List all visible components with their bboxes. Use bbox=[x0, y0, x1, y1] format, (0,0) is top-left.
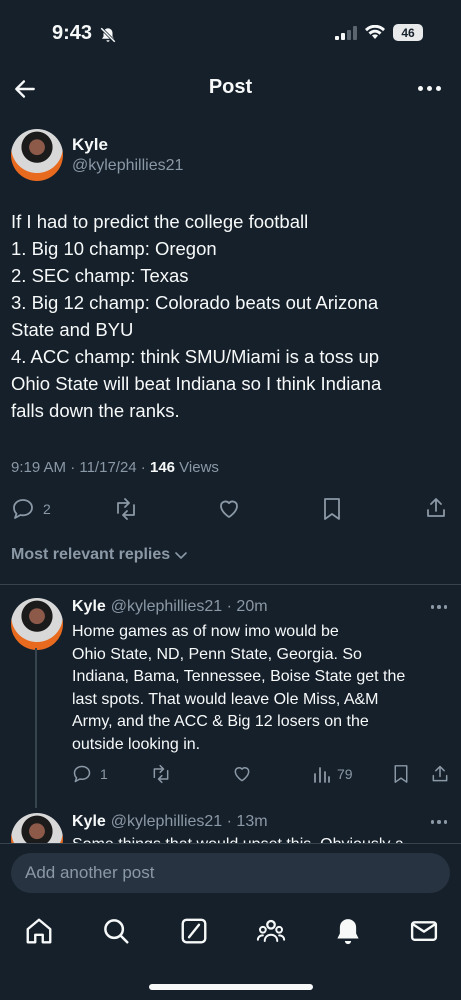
avatar[interactable] bbox=[11, 129, 63, 181]
reply-reply-count: 1 bbox=[100, 766, 108, 782]
more-options-button[interactable] bbox=[418, 86, 441, 91]
post-line: If I had to predict the college football bbox=[11, 211, 309, 232]
reply-bookmark-button[interactable] bbox=[392, 764, 410, 784]
reply-handle-time[interactable]: @kylephillies21 · 20m bbox=[111, 598, 268, 616]
tab-search[interactable] bbox=[101, 916, 131, 946]
share-button[interactable] bbox=[424, 496, 448, 520]
reply-line: Home games as of now imo would be bbox=[72, 623, 339, 640]
silent-bell-icon bbox=[99, 26, 117, 44]
status-time: 9:43 bbox=[52, 22, 93, 44]
reply-button[interactable]: 2 bbox=[11, 497, 51, 521]
reply-count: 2 bbox=[43, 501, 51, 517]
reply-author-name[interactable]: Kyle bbox=[72, 813, 106, 831]
views-label: Views bbox=[175, 459, 219, 476]
post-line: Ohio State will beat Indiana so I think … bbox=[11, 373, 382, 394]
search-icon bbox=[104, 919, 129, 944]
like-button[interactable] bbox=[217, 497, 241, 521]
post-line: 1. Big 10 champ: Oregon bbox=[11, 238, 217, 259]
chevron-down-icon bbox=[175, 552, 187, 560]
post-line: 3. Big 12 champ: Colorado beats out Ariz… bbox=[11, 292, 379, 313]
reply-line: outside looking in. bbox=[72, 735, 201, 753]
tab-grok[interactable] bbox=[179, 916, 209, 946]
bookmark-icon bbox=[324, 498, 340, 520]
home-icon bbox=[26, 918, 52, 944]
battery-indicator: 46 bbox=[393, 24, 423, 41]
communities-icon bbox=[256, 919, 286, 942]
heart-icon bbox=[234, 767, 250, 782]
divider bbox=[0, 584, 461, 585]
reply-more-button[interactable] bbox=[430, 820, 447, 824]
grok-icon bbox=[181, 918, 207, 944]
heart-icon bbox=[220, 500, 238, 518]
tab-notifications[interactable] bbox=[333, 916, 363, 946]
share-icon bbox=[432, 765, 448, 782]
repost-icon bbox=[117, 498, 135, 520]
home-indicator bbox=[149, 984, 313, 990]
post-line: falls down the ranks. bbox=[11, 400, 180, 421]
post-meta: 9:19 AM · 11/17/24 · 146 Views bbox=[11, 459, 219, 476]
reply-icon bbox=[73, 765, 91, 783]
replies-sort-label: Most relevant replies bbox=[11, 546, 171, 563]
reply-author-name[interactable]: Kyle bbox=[72, 598, 106, 616]
reply-views-count: 79 bbox=[337, 766, 353, 782]
more-dot-icon bbox=[418, 86, 423, 91]
signal-icon bbox=[335, 25, 357, 40]
views-chart-icon bbox=[314, 767, 330, 783]
post-text: If I had to predict the college football… bbox=[11, 208, 431, 424]
reply-views-button[interactable]: 79 bbox=[313, 764, 353, 784]
repost-icon bbox=[153, 764, 169, 784]
views-count: 146 bbox=[149, 459, 176, 476]
reply-header: Kyle @kylephillies21 · 20m bbox=[72, 598, 268, 616]
reply-text: Home games as of now imo would be Ohio S… bbox=[72, 621, 450, 756]
status-indicators: 46 bbox=[335, 24, 423, 41]
reply-line: last spots. That would leave Ole Miss, A… bbox=[72, 690, 379, 708]
add-post-input[interactable]: Add another post bbox=[11, 853, 450, 893]
wifi-icon bbox=[365, 25, 385, 40]
bookmark-button[interactable] bbox=[321, 497, 343, 521]
reply-handle-time[interactable]: @kylephillies21 · 13m bbox=[111, 813, 268, 831]
reply-header: Kyle @kylephillies21 · 13m bbox=[72, 813, 268, 831]
reply-like-button[interactable] bbox=[232, 764, 252, 784]
bookmark-icon bbox=[394, 765, 408, 783]
reply-line: Indiana, Bama, Tennessee, Boise State ge… bbox=[72, 668, 406, 685]
tab-home[interactable] bbox=[24, 916, 54, 946]
reply-share-button[interactable] bbox=[430, 764, 450, 784]
post-line: State and BYU bbox=[11, 319, 134, 340]
reply-avatar[interactable] bbox=[11, 598, 63, 650]
tab-messages[interactable] bbox=[409, 916, 439, 946]
reply-actions: 1 79 bbox=[0, 764, 461, 788]
post-line: 2. SEC champ: Texas bbox=[11, 265, 189, 286]
messages-icon bbox=[410, 921, 438, 941]
post-timestamp: 9:19 AM · 11/17/24 · bbox=[11, 459, 150, 476]
post-line: 4. ACC champ: think SMU/Miami is a toss … bbox=[11, 346, 380, 367]
reply-repost-button[interactable] bbox=[150, 764, 172, 784]
post-actions: 2 bbox=[0, 493, 461, 523]
reply-line: Army, and the ACC & Big 12 losers on the bbox=[72, 713, 369, 730]
reply-line: Ohio State, ND, Penn State, Georgia. So bbox=[72, 645, 362, 663]
reply-icon bbox=[13, 499, 33, 519]
tab-communities[interactable] bbox=[256, 916, 286, 946]
share-icon bbox=[427, 498, 445, 517]
reply-reply-button[interactable]: 1 bbox=[72, 764, 108, 784]
notifications-icon bbox=[337, 919, 359, 945]
page-title: Post bbox=[208, 76, 253, 98]
author-name[interactable]: Kyle bbox=[72, 135, 108, 155]
replies-sort-button[interactable]: Most relevant replies bbox=[11, 546, 188, 564]
repost-button[interactable] bbox=[113, 497, 139, 521]
author-handle[interactable]: @kylephillies21 bbox=[72, 157, 183, 175]
reply-more-button[interactable] bbox=[430, 605, 447, 609]
